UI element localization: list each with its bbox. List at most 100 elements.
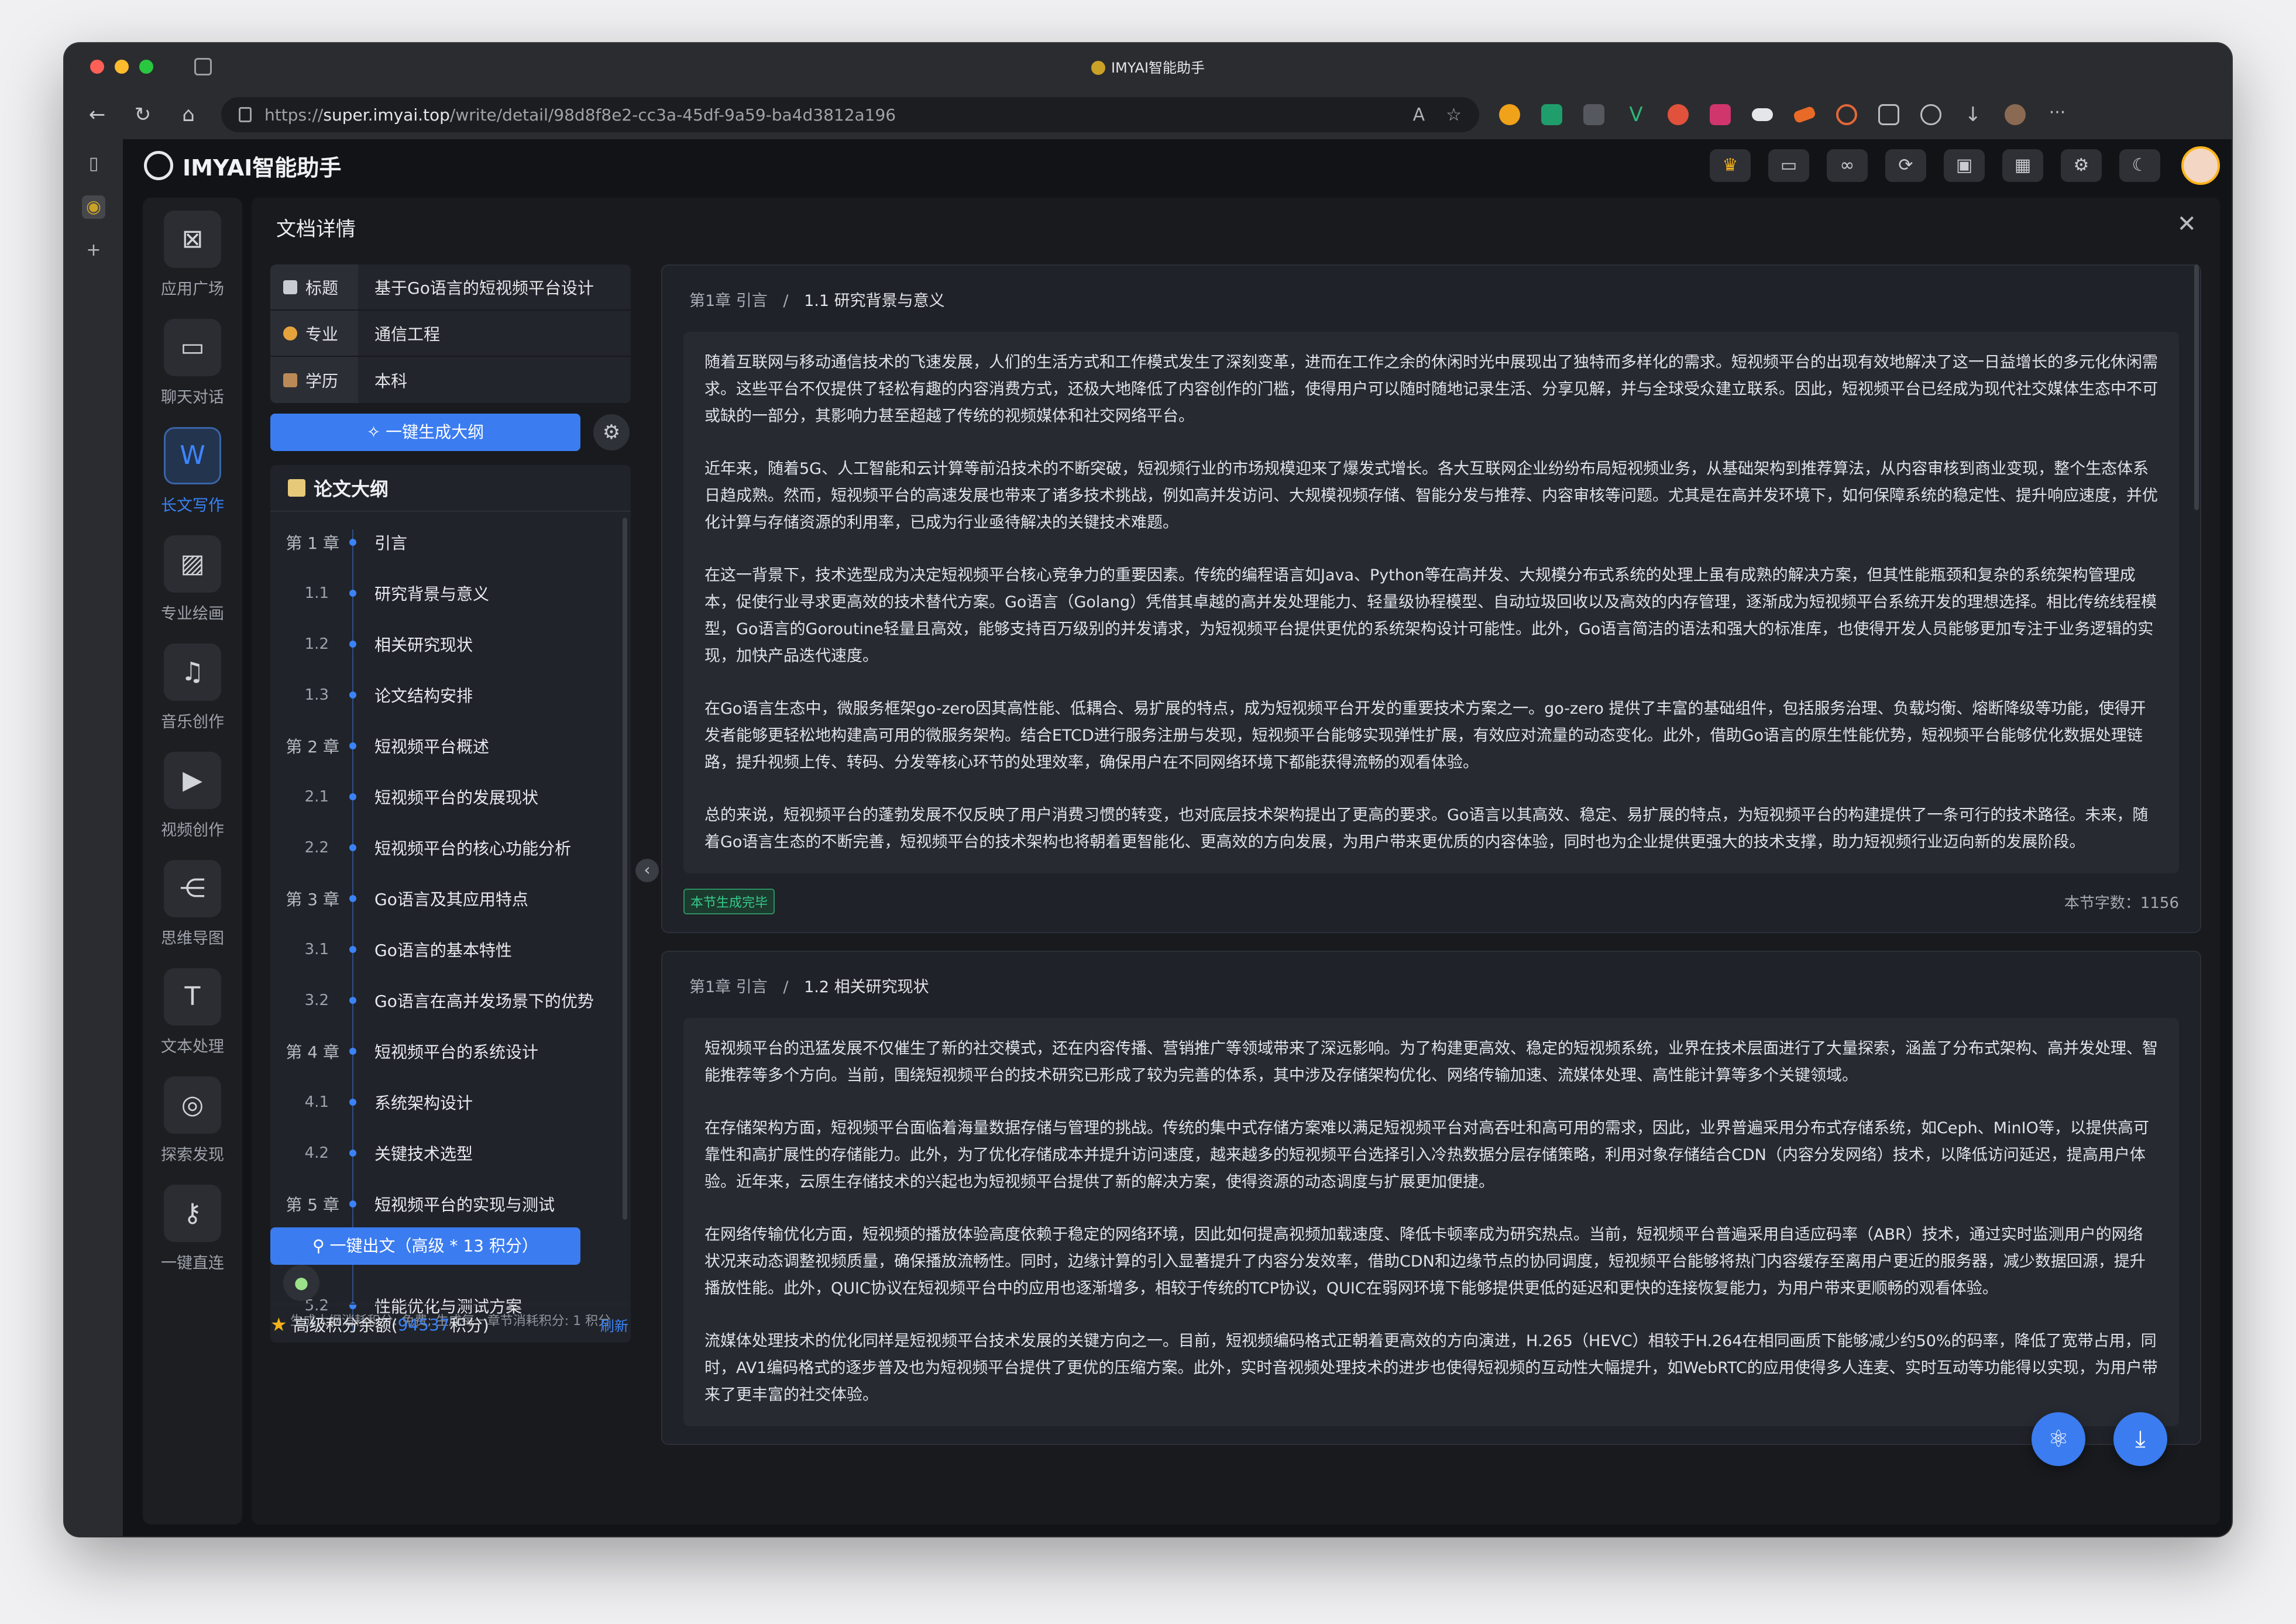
- gift-icon[interactable]: ▦: [2002, 149, 2043, 182]
- paragraph: 短视频平台的迅猛发展不仅催生了新的社交模式，还在内容传播、营销推广等领域带来了深…: [704, 1040, 2158, 1085]
- nav-item-text[interactable]: T 文本处理: [161, 968, 224, 1057]
- current-tab-icon[interactable]: ◉: [82, 195, 105, 219]
- planet-icon: ◎: [164, 1076, 221, 1134]
- outline-item[interactable]: 第 3 章 Go语言及其应用特点: [270, 873, 631, 924]
- outline-item[interactable]: 4.1 系统架构设计: [270, 1076, 631, 1127]
- paragraph: 近年来，随着5G、人工智能和云计算等前沿技术的不断突破，短视频行业的市场规模迎来…: [704, 460, 2158, 532]
- home-icon[interactable]: ⌂: [176, 102, 201, 128]
- profile-avatar[interactable]: [2005, 104, 2026, 125]
- outline-dot-icon: [349, 996, 356, 1004]
- section-text[interactable]: 随着互联网与移动通信技术的飞速发展，人们的生活方式和工作模式发生了深刻变革，进而…: [683, 332, 2179, 873]
- nav-item-direct[interactable]: ⚷ 一键直连: [161, 1185, 224, 1273]
- word-count: 本节字数：1156: [2064, 894, 2179, 912]
- refresh-link[interactable]: 刷新: [600, 1315, 628, 1335]
- collapse-chevron-left-icon[interactable]: ‹: [635, 859, 659, 882]
- extension-2-icon[interactable]: [1541, 104, 1562, 125]
- user-avatar[interactable]: [2181, 146, 2220, 185]
- content-scrollbar[interactable]: [2194, 264, 2199, 510]
- section-breadcrumb: 第1章 引言 / 1.2 相关研究现状: [689, 978, 929, 996]
- outline-dot-icon: [349, 1098, 356, 1106]
- nav-item-music[interactable]: ♫ 音乐创作: [161, 644, 224, 732]
- extension-9-icon[interactable]: [1836, 104, 1857, 125]
- sidebar-toggle-icon[interactable]: ▯: [82, 152, 105, 176]
- outline-item[interactable]: 第 4 章 短视频平台的系统设计: [270, 1026, 631, 1076]
- outline-item-label: Go语言的基本特性: [374, 940, 512, 960]
- extensions-puzzle-icon[interactable]: [1878, 104, 1899, 125]
- outline-item[interactable]: 1.1 研究背景与意义: [270, 567, 631, 618]
- outline-item[interactable]: 第 1 章 引言: [270, 517, 631, 567]
- nav-item-painting[interactable]: ▨ 专业绘画: [161, 535, 224, 624]
- settings-gear-icon[interactable]: ⚙: [2061, 149, 2102, 182]
- brand-logo-icon[interactable]: [144, 151, 173, 180]
- outline-scrollbar[interactable]: [623, 518, 627, 1220]
- outline-dot-icon: [349, 894, 356, 902]
- outline-item[interactable]: 2.1 短视频平台的发展现状: [270, 771, 631, 822]
- new-tab-plus-icon[interactable]: +: [82, 239, 105, 262]
- outline-item-label: 短视频平台的核心功能分析: [374, 838, 572, 858]
- extension-6-icon[interactable]: [1710, 104, 1731, 125]
- read-aloud-icon[interactable]: A: [1413, 105, 1425, 125]
- outline-item[interactable]: 1.2 相关研究现状: [270, 618, 631, 669]
- title-bar: IMYAI智能助手: [64, 43, 2232, 90]
- outline-item[interactable]: 4.2 关键技术选型: [270, 1127, 631, 1178]
- outline-item-label: 关键技术选型: [374, 1144, 473, 1164]
- outline-item-label: 论文结构安排: [374, 686, 473, 706]
- outline-item[interactable]: 第 5 章 短视频平台的实现与测试: [270, 1178, 631, 1229]
- outline-item[interactable]: 2.2 短视频平台的核心功能分析: [270, 822, 631, 873]
- link-icon[interactable]: ∞: [1827, 149, 1868, 182]
- lock-icon: [239, 107, 252, 122]
- header-actions: ♛ ▭ ∞ ⟳ ▣ ▦ ⚙ ☾: [1710, 146, 2220, 185]
- section-text[interactable]: 短视频平台的迅猛发展不仅催生了新的社交模式，还在内容传播、营销推广等领域带来了深…: [683, 1018, 2179, 1426]
- crown-icon[interactable]: ♛: [1710, 149, 1751, 182]
- brand-name[interactable]: IMYAI智能助手: [183, 150, 341, 182]
- memo-icon: [288, 479, 305, 497]
- nav-item-explore[interactable]: ◎ 探索发现: [161, 1076, 224, 1165]
- nav-item-app-square[interactable]: ⊠ 应用广场: [161, 211, 224, 299]
- app-grid-icon: ⊠: [164, 211, 221, 268]
- text-doc-icon: T: [164, 968, 221, 1026]
- close-icon[interactable]: ✕: [2177, 211, 2197, 238]
- outline-settings-gear-icon[interactable]: ⚙: [593, 414, 630, 450]
- clipboard-icon[interactable]: ▣: [1944, 149, 1985, 182]
- generate-outline-button[interactable]: ✧ 一键生成大纲: [270, 414, 580, 451]
- favorite-star-icon[interactable]: ☆: [1446, 105, 1462, 125]
- nav-item-long-writing[interactable]: W 长文写作: [161, 427, 224, 515]
- sparkle-icon: ✧: [366, 422, 386, 442]
- outline-item-label: 相关研究现状: [374, 635, 473, 655]
- nav-item-chat[interactable]: ▭ 聊天对话: [161, 319, 224, 407]
- extension-5-icon[interactable]: [1668, 104, 1689, 125]
- download-fab-icon[interactable]: ⤓: [2113, 1412, 2167, 1466]
- dark-mode-moon-icon[interactable]: ☾: [2119, 149, 2160, 182]
- reload-icon[interactable]: ↻: [130, 102, 156, 128]
- outline-dot-icon: [349, 538, 356, 546]
- generate-full-text-button[interactable]: ⚲ 一键出文（高级 * 13 积分）: [270, 1227, 580, 1265]
- left-column: 标题 基于Go语言的短视频平台设计 专业 通信工程 学历 本科 ✧ 一键生成大纲…: [270, 264, 631, 1525]
- bot-icon[interactable]: ●: [283, 1265, 319, 1301]
- nav-item-mindmap[interactable]: ⋲ 思维导图: [161, 860, 224, 948]
- back-arrow-icon[interactable]: ←: [84, 102, 110, 128]
- extension-1-icon[interactable]: [1499, 104, 1520, 125]
- outline-item[interactable]: 第 2 章 短视频平台概述: [270, 720, 631, 771]
- url-host: super.imyai.top: [323, 105, 450, 125]
- nav-item-video[interactable]: ▶ 视频创作: [161, 752, 224, 840]
- download-icon[interactable]: ↓: [1962, 104, 1984, 125]
- outline-item[interactable]: 3.2 Go语言在高并发场景下的优势: [270, 975, 631, 1026]
- react-atom-icon[interactable]: ⚛: [2032, 1412, 2085, 1466]
- devices-icon[interactable]: ▭: [1768, 149, 1809, 182]
- sync-icon[interactable]: ⟳: [1885, 149, 1926, 182]
- extension-7-icon[interactable]: [1752, 108, 1773, 121]
- history-icon[interactable]: [1920, 104, 1941, 125]
- section-card: 第1章 引言 / 1.1 研究背景与意义 随着互联网与移动通信技术的飞速发展，人…: [661, 264, 2201, 933]
- extension-v-icon[interactable]: V: [1625, 104, 1647, 125]
- outline-item[interactable]: 1.3 论文结构安排: [270, 669, 631, 720]
- outline-item-label: 研究背景与意义: [374, 584, 490, 604]
- more-menu-icon[interactable]: ···: [2047, 104, 2068, 125]
- info-row-degree: 学历 本科: [270, 357, 631, 403]
- outline-item-number: 3.2: [304, 991, 329, 1009]
- section-footer: 本节生成完毕 本节字数：1156: [683, 889, 2179, 914]
- address-bar[interactable]: https://super.imyai.top/write/detail/98d…: [221, 97, 1479, 132]
- outline-item[interactable]: 3.1 Go语言的基本特性: [270, 924, 631, 975]
- extension-3-icon[interactable]: [1583, 104, 1604, 125]
- extension-8-icon[interactable]: [1792, 105, 1817, 124]
- outline-dot-icon: [349, 742, 356, 749]
